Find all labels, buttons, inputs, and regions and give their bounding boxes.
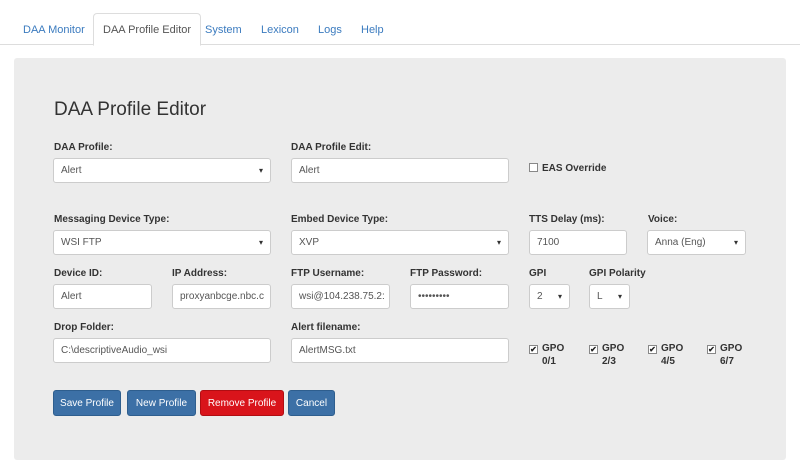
checkmark-icon: ✔ bbox=[529, 345, 538, 354]
gpo-0-1-checkbox[interactable]: ✔ GPO 0/1 bbox=[529, 342, 564, 368]
embed-device-type-value: XVP bbox=[299, 237, 320, 248]
gpo-4-5-checkbox[interactable]: ✔ GPO 4/5 bbox=[648, 342, 683, 368]
daa-profile-label: DAA Profile: bbox=[54, 142, 113, 153]
embed-device-type-label: Embed Device Type: bbox=[291, 214, 389, 225]
daa-profile-value: Alert bbox=[61, 165, 82, 176]
tab-system[interactable]: System bbox=[196, 15, 251, 45]
tab-logs[interactable]: Logs bbox=[309, 15, 351, 45]
ip-address-input[interactable]: proxyanbcge.nbc.c bbox=[172, 284, 271, 309]
voice-select[interactable]: Anna (Eng) ▾ bbox=[647, 230, 746, 255]
chevron-down-icon: ▾ bbox=[557, 292, 562, 301]
checkmark-icon: ✔ bbox=[648, 345, 657, 354]
gpo-label: GPO bbox=[542, 343, 565, 354]
remove-profile-button[interactable]: Remove Profile bbox=[200, 390, 284, 416]
eas-override-checkbox[interactable]: EAS Override bbox=[529, 162, 606, 175]
chevron-down-icon: ▾ bbox=[496, 238, 501, 247]
checkbox-icon bbox=[529, 163, 538, 172]
drop-folder-label: Drop Folder: bbox=[54, 322, 114, 333]
device-id-input[interactable]: Alert bbox=[53, 284, 152, 309]
tts-delay-input[interactable]: 7100 bbox=[529, 230, 627, 255]
tab-daa-profile-editor[interactable]: DAA Profile Editor bbox=[93, 13, 202, 46]
gpo-label: GPO bbox=[602, 343, 625, 354]
checkmark-icon: ✔ bbox=[707, 345, 716, 354]
page-title: DAA Profile Editor bbox=[54, 99, 207, 120]
daa-profile-select[interactable]: Alert ▾ bbox=[53, 158, 271, 183]
gpo-label: GPO bbox=[661, 343, 684, 354]
gpi-value: 2 bbox=[537, 291, 543, 302]
gpi-label: GPI bbox=[529, 268, 547, 279]
tts-delay-label: TTS Delay (ms): bbox=[529, 214, 605, 225]
daa-profile-edit-label: DAA Profile Edit: bbox=[291, 142, 372, 153]
ftp-username-label: FTP Username: bbox=[291, 268, 365, 279]
tab-lexicon[interactable]: Lexicon bbox=[252, 15, 308, 45]
chevron-down-icon: ▾ bbox=[258, 238, 263, 247]
gpo-label: GPO bbox=[720, 343, 743, 354]
eas-override-label: EAS Override bbox=[542, 163, 607, 174]
gpi-polarity-value: L bbox=[597, 291, 603, 302]
messaging-device-type-select[interactable]: WSI FTP ▾ bbox=[53, 230, 271, 255]
ip-address-label: IP Address: bbox=[172, 268, 228, 279]
chevron-down-icon: ▾ bbox=[733, 238, 738, 247]
voice-value: Anna (Eng) bbox=[655, 237, 706, 248]
tab-help[interactable]: Help bbox=[352, 15, 393, 45]
new-profile-button[interactable]: New Profile bbox=[127, 390, 196, 416]
device-id-label: Device ID: bbox=[54, 268, 103, 279]
save-profile-button[interactable]: Save Profile bbox=[53, 390, 121, 416]
chevron-down-icon: ▾ bbox=[258, 166, 263, 175]
daa-profile-edit-input[interactable]: Alert bbox=[291, 158, 509, 183]
gpo-range: 2/3 bbox=[602, 356, 616, 367]
nav-tabs: DAA Monitor DAA Profile Editor System Le… bbox=[0, 0, 800, 46]
alert-filename-input[interactable]: AlertMSG.txt bbox=[291, 338, 509, 363]
gpi-polarity-select[interactable]: L ▾ bbox=[589, 284, 630, 309]
gpi-polarity-label: GPI Polarity bbox=[589, 268, 646, 279]
alert-filename-label: Alert filename: bbox=[291, 322, 361, 333]
ftp-username-input[interactable]: wsi@104.238.75.2: bbox=[291, 284, 390, 309]
messaging-device-type-label: Messaging Device Type: bbox=[54, 214, 170, 225]
gpo-6-7-checkbox[interactable]: ✔ GPO 6/7 bbox=[707, 342, 742, 368]
gpo-range: 4/5 bbox=[661, 356, 675, 367]
ftp-password-label: FTP Password: bbox=[410, 268, 483, 279]
messaging-device-type-value: WSI FTP bbox=[61, 237, 102, 248]
gpi-select[interactable]: 2 ▾ bbox=[529, 284, 570, 309]
chevron-down-icon: ▾ bbox=[617, 292, 622, 301]
gpo-range: 0/1 bbox=[542, 356, 556, 367]
voice-label: Voice: bbox=[648, 214, 678, 225]
embed-device-type-select[interactable]: XVP ▾ bbox=[291, 230, 509, 255]
gpo-range: 6/7 bbox=[720, 356, 734, 367]
checkmark-icon: ✔ bbox=[589, 345, 598, 354]
tab-daa-monitor[interactable]: DAA Monitor bbox=[14, 15, 94, 45]
gpo-2-3-checkbox[interactable]: ✔ GPO 2/3 bbox=[589, 342, 624, 368]
cancel-button[interactable]: Cancel bbox=[288, 390, 335, 416]
ftp-password-input[interactable]: ••••••••• bbox=[410, 284, 509, 309]
drop-folder-input[interactable]: C:\descriptiveAudio_wsi bbox=[53, 338, 271, 363]
